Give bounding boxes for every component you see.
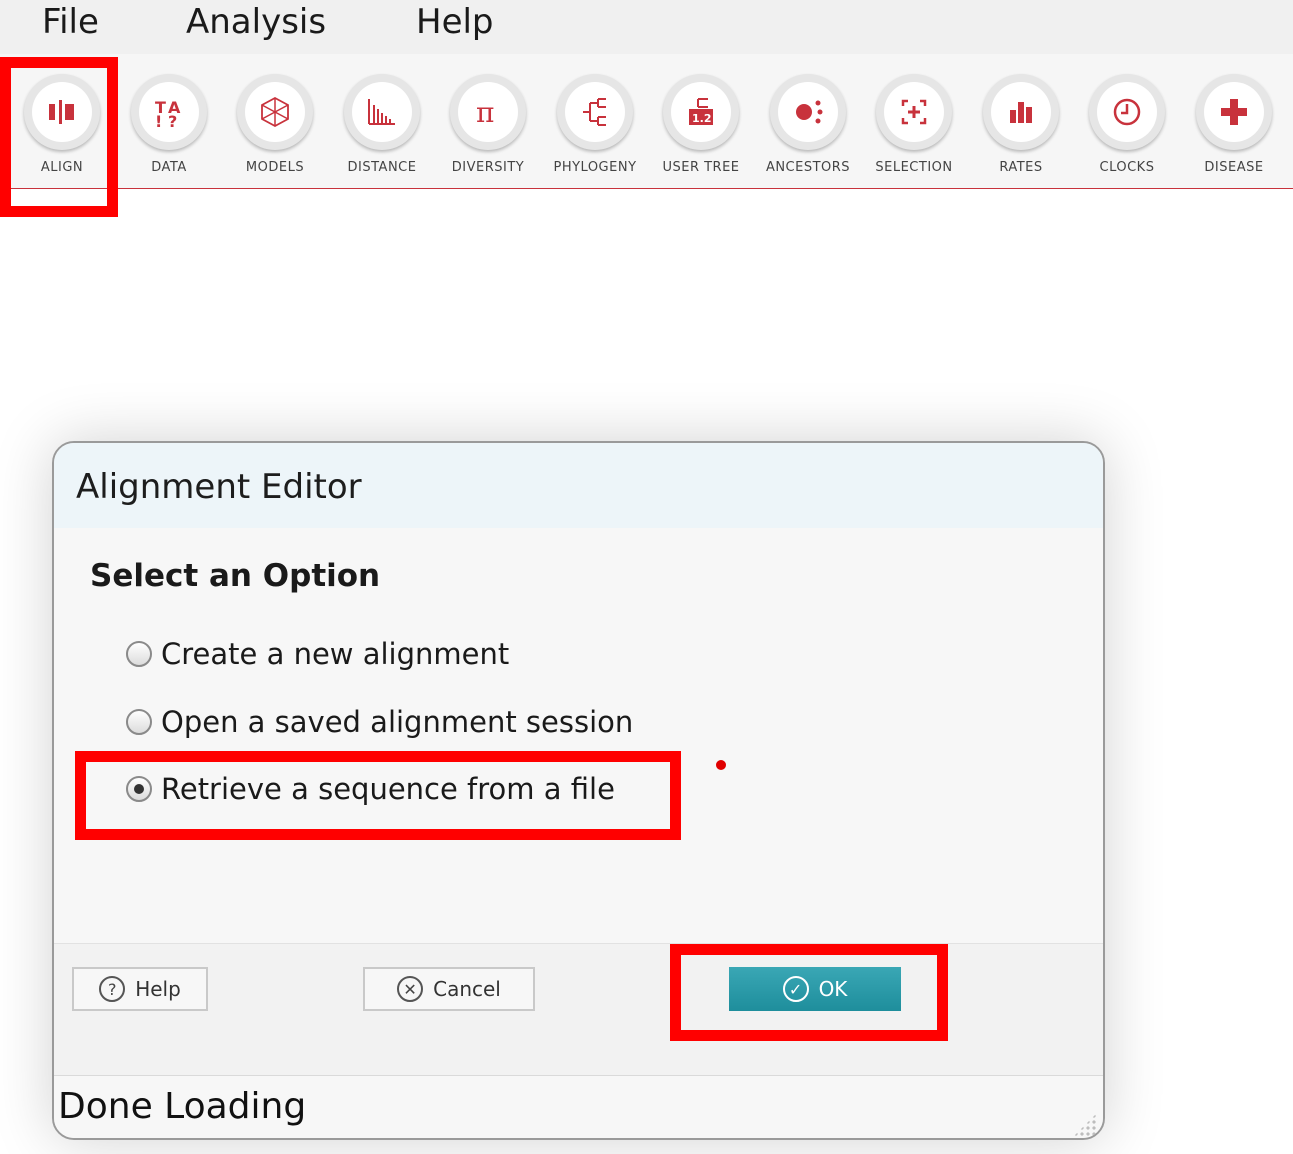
toolbar-button-data[interactable]: T A!? DATA [116, 74, 222, 184]
option-label: Open a saved alignment session [161, 705, 634, 739]
annotation-dot [716, 760, 726, 770]
toolbar-button-rates[interactable]: RATES [968, 74, 1074, 184]
alignment-editor-dialog: Alignment Editor Select an Option Create… [52, 441, 1105, 1140]
data-icon: T A!? [155, 98, 181, 129]
svg-text:π: π [476, 96, 494, 129]
toolbar-button-distance[interactable]: DISTANCE [329, 74, 435, 184]
toolbar-label: MODELS [245, 160, 305, 175]
resize-grip-icon[interactable] [1073, 1113, 1097, 1137]
option-create-new-alignment[interactable]: Create a new alignment [126, 634, 509, 674]
toolbar-label: ALIGN [40, 160, 84, 175]
selection-icon [901, 99, 927, 125]
help-button[interactable]: ? Help [72, 967, 208, 1011]
toolbar-label: USER TREE [662, 160, 740, 175]
models-icon [261, 96, 289, 128]
toolbar-label: RATES [999, 160, 1043, 175]
toolbar: ALIGN T A!? DATA MODELS DISTANCE π DIVERS… [0, 54, 1293, 189]
toolbar-button-models[interactable]: MODELS [222, 74, 328, 184]
rates-icon [1010, 102, 1032, 123]
user-tree-icon: 1.2 [689, 98, 713, 125]
diversity-icon: π [476, 96, 494, 129]
radio-button[interactable] [126, 709, 152, 735]
svg-text:1.2: 1.2 [692, 112, 712, 125]
disease-icon [1221, 99, 1247, 125]
toolbar-label: DIVERSITY [451, 160, 525, 175]
toolbar-button-user-tree[interactable]: 1.2 USER TREE [648, 74, 754, 184]
cancel-button[interactable]: ✕ Cancel [363, 967, 535, 1011]
toolbar-label: SELECTION [875, 160, 953, 175]
toolbar-button-diversity[interactable]: π DIVERSITY [435, 74, 541, 184]
menu-file[interactable]: File [42, 2, 99, 42]
dialog-title: Alignment Editor [76, 467, 362, 507]
svg-text:!: ! [155, 112, 162, 129]
radio-button[interactable] [126, 641, 152, 667]
option-label: Retrieve a sequence from a file [161, 772, 615, 806]
toolbar-label: DATA [151, 160, 187, 175]
section-title: Select an Option [90, 558, 381, 594]
option-open-saved-session[interactable]: Open a saved alignment session [126, 702, 633, 742]
toolbar-button-align[interactable]: ALIGN [9, 74, 115, 184]
option-retrieve-sequence-from-file[interactable]: Retrieve a sequence from a file [126, 769, 615, 809]
toolbar-label: DISEASE [1204, 160, 1264, 175]
toolbar-label: DISTANCE [347, 160, 417, 175]
check-icon: ✓ [782, 976, 809, 1002]
phylogeny-icon [583, 98, 606, 126]
dialog-title-bar: Alignment Editor [54, 443, 1103, 528]
clocks-icon [1113, 98, 1141, 126]
status-text: Done Loading [58, 1086, 307, 1127]
ok-button[interactable]: ✓ OK [729, 967, 901, 1011]
menu-help[interactable]: Help [416, 2, 494, 42]
svg-text:?: ? [168, 112, 177, 129]
ancestors-icon [796, 100, 823, 124]
toolbar-label: ANCESTORS [765, 160, 851, 175]
toolbar-button-selection[interactable]: SELECTION [861, 74, 967, 184]
align-icon [49, 100, 74, 124]
dialog-footer: ? Help ✕ Cancel ✓ OK [54, 943, 1103, 1076]
radio-button-selected[interactable] [126, 776, 152, 802]
close-icon: ✕ [397, 976, 424, 1002]
menu-analysis[interactable]: Analysis [186, 2, 326, 42]
status-bar: Done Loading [54, 1075, 1103, 1138]
help-button-label: Help [135, 977, 181, 1001]
toolbar-label: PHYLOGENY [553, 160, 637, 175]
toolbar-button-disease[interactable]: DISEASE [1181, 74, 1287, 184]
option-label: Create a new alignment [161, 637, 510, 671]
cancel-button-label: Cancel [433, 977, 501, 1001]
dialog-body: Select an Option Create a new alignment … [54, 528, 1103, 943]
toolbar-label: CLOCKS [1099, 160, 1155, 175]
toolbar-button-phylogeny[interactable]: PHYLOGENY [542, 74, 648, 184]
menu-bar: File Analysis Help [0, 0, 1293, 54]
ok-button-label: OK [818, 977, 848, 1001]
toolbar-button-ancestors[interactable]: ANCESTORS [755, 74, 861, 184]
question-icon: ? [99, 976, 126, 1002]
distance-icon [368, 99, 395, 125]
toolbar-button-clocks[interactable]: CLOCKS [1074, 74, 1180, 184]
